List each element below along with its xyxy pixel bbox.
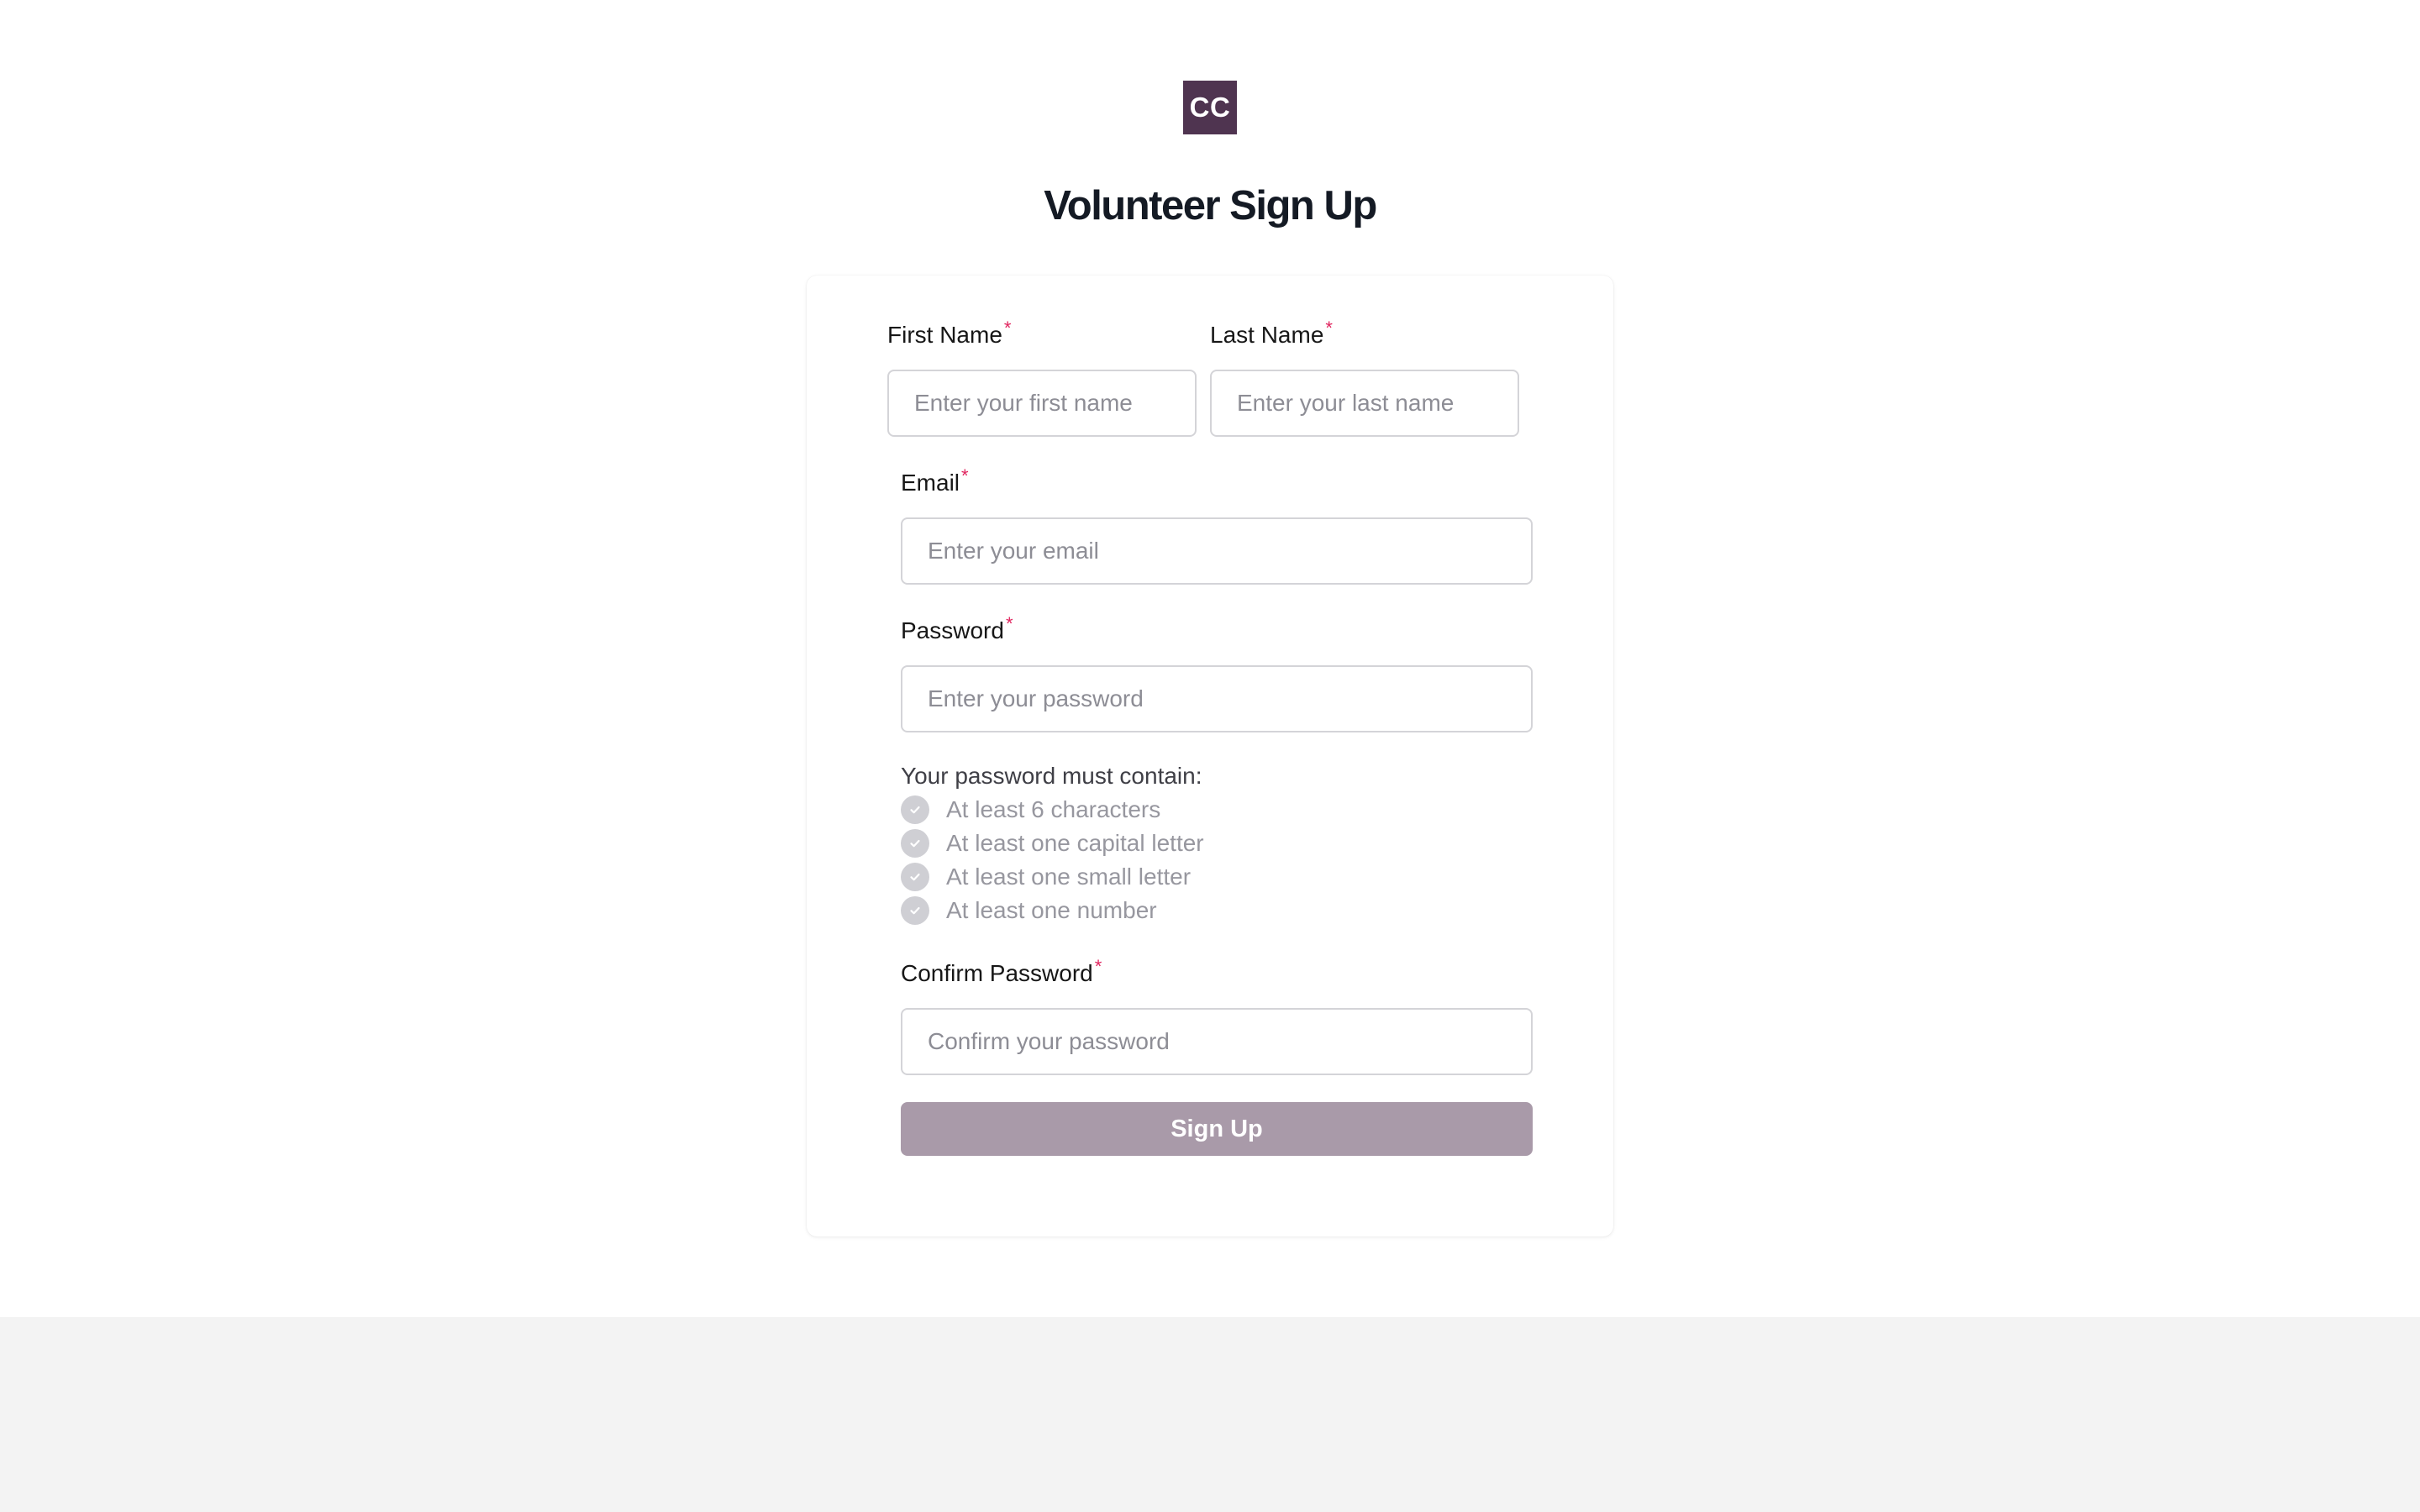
- required-asterisk: *: [1005, 613, 1013, 634]
- confirm-password-label-text: Confirm Password: [901, 960, 1093, 986]
- required-asterisk: *: [1094, 956, 1102, 977]
- required-asterisk: *: [1003, 318, 1012, 339]
- password-rule-text: At least one capital letter: [946, 830, 1204, 856]
- email-input[interactable]: [901, 517, 1533, 585]
- sign-up-button[interactable]: Sign Up: [901, 1102, 1533, 1156]
- confirm-password-label: Confirm Password*: [901, 956, 1102, 990]
- password-rule-item: At least one small letter: [901, 862, 1191, 892]
- first-name-label: First Name*: [887, 318, 1012, 352]
- password-requirements-heading: Your password must contain:: [901, 763, 1202, 789]
- check-circle-icon: [901, 863, 929, 891]
- page-title: Volunteer Sign Up: [1044, 183, 1377, 228]
- required-asterisk: *: [1325, 318, 1333, 339]
- check-circle-icon: [901, 795, 929, 824]
- confirm-password-input[interactable]: [901, 1008, 1533, 1075]
- last-name-label-text: Last Name: [1210, 322, 1324, 348]
- required-asterisk: *: [961, 465, 969, 486]
- password-rule-item: At least one capital letter: [901, 828, 1204, 858]
- first-name-label-text: First Name: [887, 322, 1002, 348]
- first-name-input[interactable]: [887, 370, 1197, 437]
- last-name-label: Last Name*: [1210, 318, 1333, 352]
- password-label: Password*: [901, 613, 1013, 648]
- password-rule-text: At least 6 characters: [946, 796, 1161, 822]
- password-rule-item: At least one number: [901, 895, 1157, 926]
- email-label: Email*: [901, 465, 969, 500]
- password-rule-item: At least 6 characters: [901, 795, 1160, 825]
- password-input[interactable]: [901, 665, 1533, 732]
- last-name-input[interactable]: [1210, 370, 1519, 437]
- brand-logo: CC: [1183, 81, 1237, 134]
- check-circle-icon: [901, 896, 929, 925]
- password-rule-text: At least one small letter: [946, 864, 1192, 890]
- email-label-text: Email: [901, 470, 960, 496]
- password-rule-text: At least one number: [946, 897, 1157, 923]
- password-label-text: Password: [901, 617, 1004, 643]
- check-circle-icon: [901, 829, 929, 858]
- brand-logo-text: CC: [1189, 92, 1231, 123]
